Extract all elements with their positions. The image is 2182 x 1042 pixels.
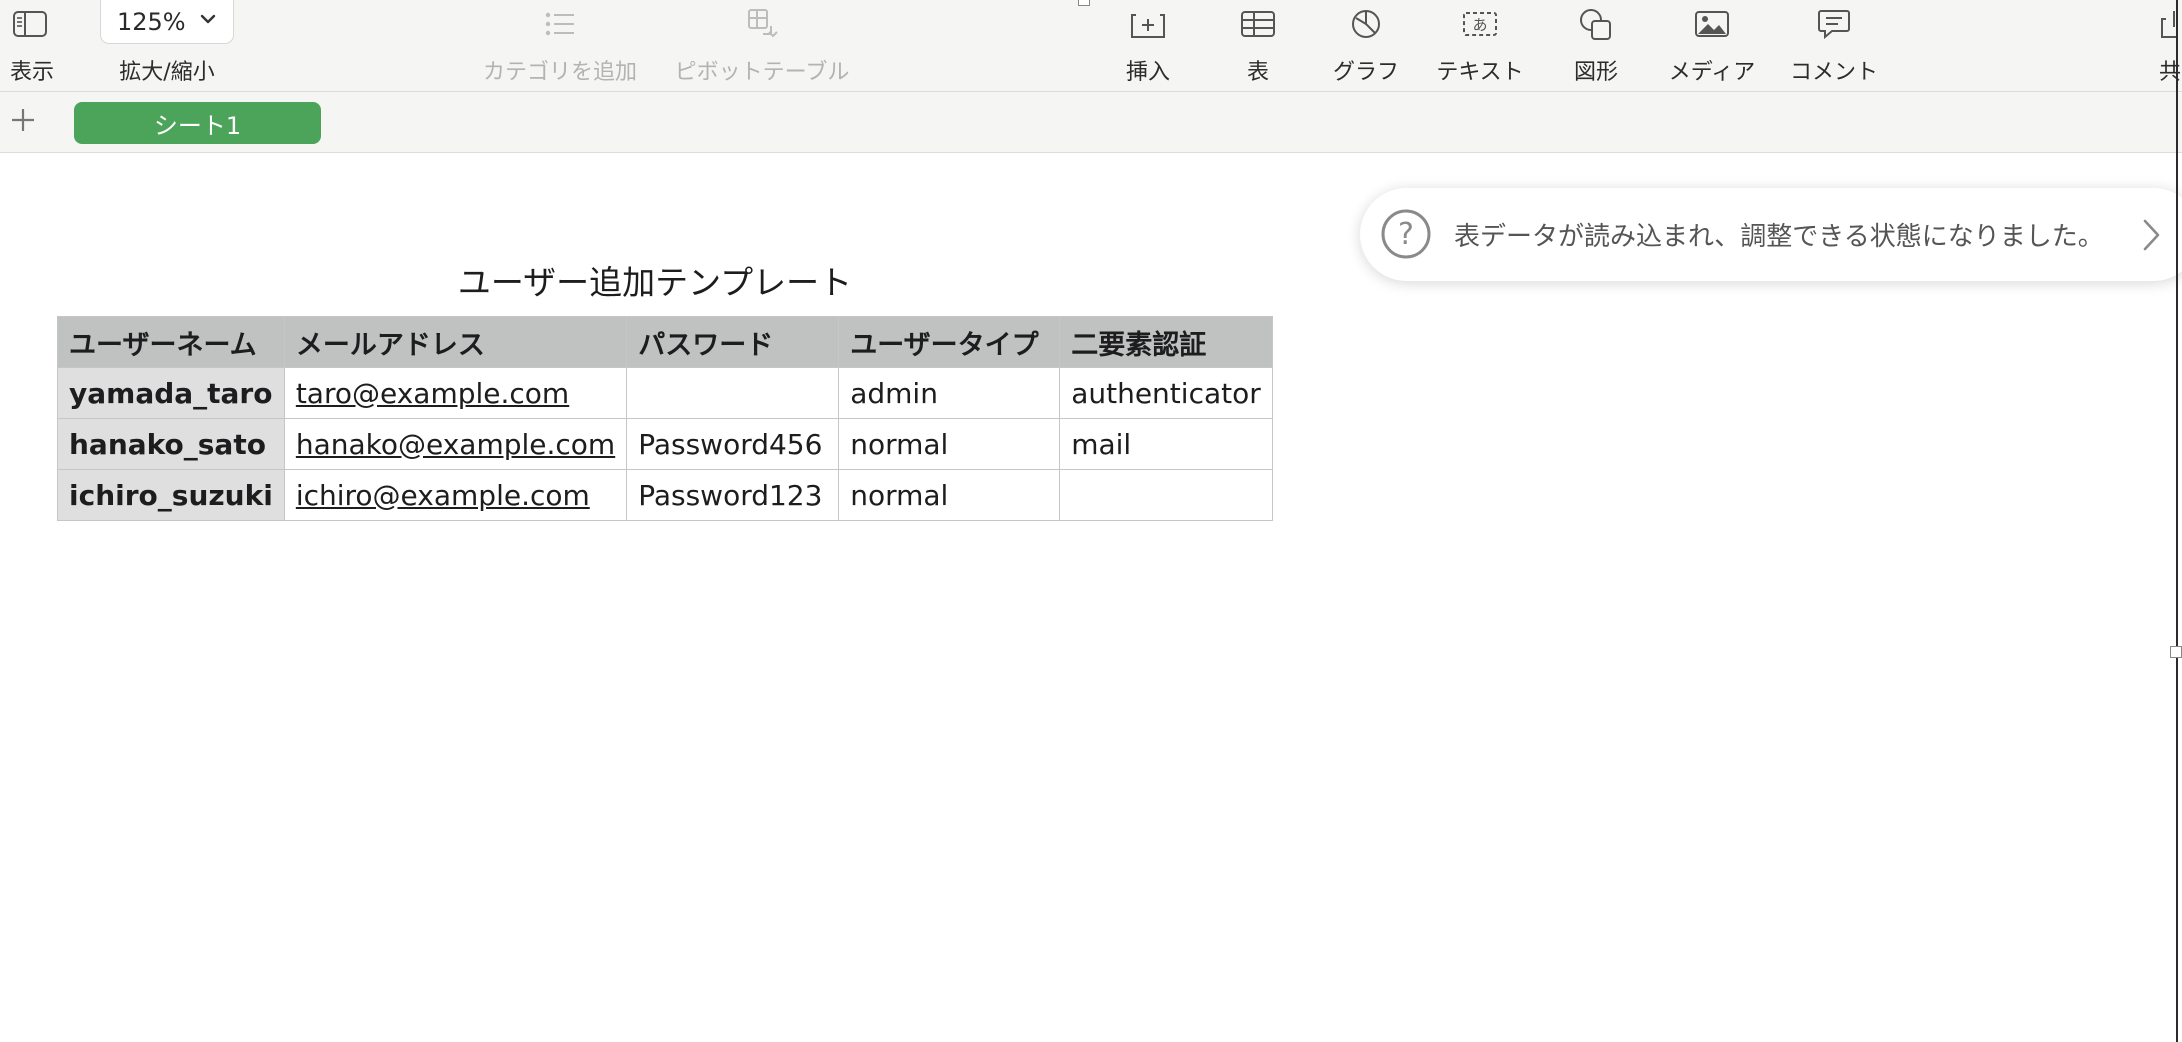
cell-email-link[interactable]: hanako@example.com [283,418,628,470]
header-two-factor[interactable]: 二要素認証 [1059,316,1273,368]
sidebar-icon [12,4,48,44]
notification-message: 表データが読み込まれ、調整できる状態になりました。 [1454,222,2104,252]
cell-user-type[interactable]: admin [838,367,1061,419]
pie-chart-icon [1348,4,1384,44]
zoom-value: 125% [117,7,186,36]
pivot-table-label: ピボットテーブル [674,60,850,85]
chevron-right-icon[interactable] [2140,218,2162,252]
sheet-tab-label: シート1 [153,111,242,140]
add-category-label: カテゴリを追加 [482,60,638,85]
table-header-row: ユーザーネーム メールアドレス パスワード ユーザータイプ 二要素認証 [57,316,1273,368]
user-table[interactable]: ユーザーネーム メールアドレス パスワード ユーザータイプ 二要素認証 yama… [57,316,1273,521]
table-button[interactable]: 表 [1220,0,1296,92]
plus-icon[interactable] [10,107,36,133]
resize-handle-top[interactable] [1078,0,1090,6]
insert-button[interactable]: 挿入 [1110,0,1186,92]
text-button[interactable]: あ テキスト [1432,0,1528,92]
view-button[interactable]: 表示 [0,0,64,92]
list-icon [542,4,578,44]
question-icon: ? [1381,209,1431,259]
cell-password[interactable]: Password123 [626,469,840,521]
table-row: yamada_taro taro@example.com admin authe… [57,367,1273,419]
svg-text:あ: あ [1472,16,1487,34]
header-user-type[interactable]: ユーザータイプ [838,316,1061,368]
pivot-table-button[interactable]: ピボットテーブル [670,0,860,92]
table-icon [1240,4,1276,44]
svg-text:?: ? [1398,217,1414,252]
table-label: 表 [1246,60,1270,85]
comment-button[interactable]: コメント [1786,0,1882,92]
shape-label: 図形 [1573,60,1619,85]
cell-two-factor[interactable] [1059,469,1273,521]
shape-button[interactable]: 図形 [1558,0,1634,92]
cell-password[interactable]: Password456 [626,418,840,470]
comment-icon [1816,4,1852,44]
cell-user-type[interactable]: normal [838,469,1061,521]
add-category-button[interactable]: カテゴリを追加 [470,0,650,92]
insert-icon [1130,4,1166,44]
shapes-icon [1578,4,1614,44]
cell-username[interactable]: yamada_taro [57,367,285,419]
zoom-dropdown[interactable]: 125% [100,0,234,44]
text-label: テキスト [1436,60,1524,85]
cell-two-factor[interactable]: authenticator [1059,367,1273,419]
cell-user-type[interactable]: normal [838,418,1061,470]
sheet-tab-1[interactable]: シート1 [74,102,321,144]
sheet-tab-bar: シート1 [0,92,2182,153]
share-button[interactable]: 共 [2140,0,2181,92]
chevron-down-icon [200,14,216,24]
text-box-icon: あ [1462,4,1498,44]
share-icon [2158,4,2178,44]
media-button[interactable]: メディア [1664,0,1760,92]
header-password[interactable]: パスワード [626,316,840,368]
cell-username[interactable]: ichiro_suzuki [57,469,285,521]
table-row: ichiro_suzuki ichiro@example.com Passwor… [57,469,1273,521]
chart-label: グラフ [1332,60,1400,85]
insert-label: 挿入 [1125,60,1171,85]
photo-icon [1694,4,1730,44]
cell-password[interactable] [626,367,840,419]
comment-label: コメント [1789,60,1879,85]
chart-button[interactable]: グラフ [1326,0,1406,92]
header-email[interactable]: メールアドレス [283,316,628,368]
view-label: 表示 [9,60,55,85]
cell-username[interactable]: hanako_sato [57,418,285,470]
resize-handle-right[interactable] [2170,646,2182,658]
pivot-table-icon [746,4,782,44]
toolbar: 表示 125% 拡大/縮小 カテゴリを追加 ピボットテーブル 挿入 表 グラフ … [0,0,2182,92]
cell-email-link[interactable]: ichiro@example.com [283,469,628,521]
cell-two-factor[interactable]: mail [1059,418,1273,470]
media-label: メディア [1668,60,1756,85]
table-title[interactable]: ユーザー追加テンプレート [360,256,950,304]
window-edge [2176,0,2178,1042]
zoom-label: 拡大/縮小 [119,60,215,85]
cell-email-link[interactable]: taro@example.com [283,367,628,419]
header-username[interactable]: ユーザーネーム [57,316,285,368]
table-row: hanako_sato hanako@example.com Password4… [57,418,1273,470]
notification-banner[interactable]: ? 表データが読み込まれ、調整できる状態になりました。 [1360,188,2182,281]
